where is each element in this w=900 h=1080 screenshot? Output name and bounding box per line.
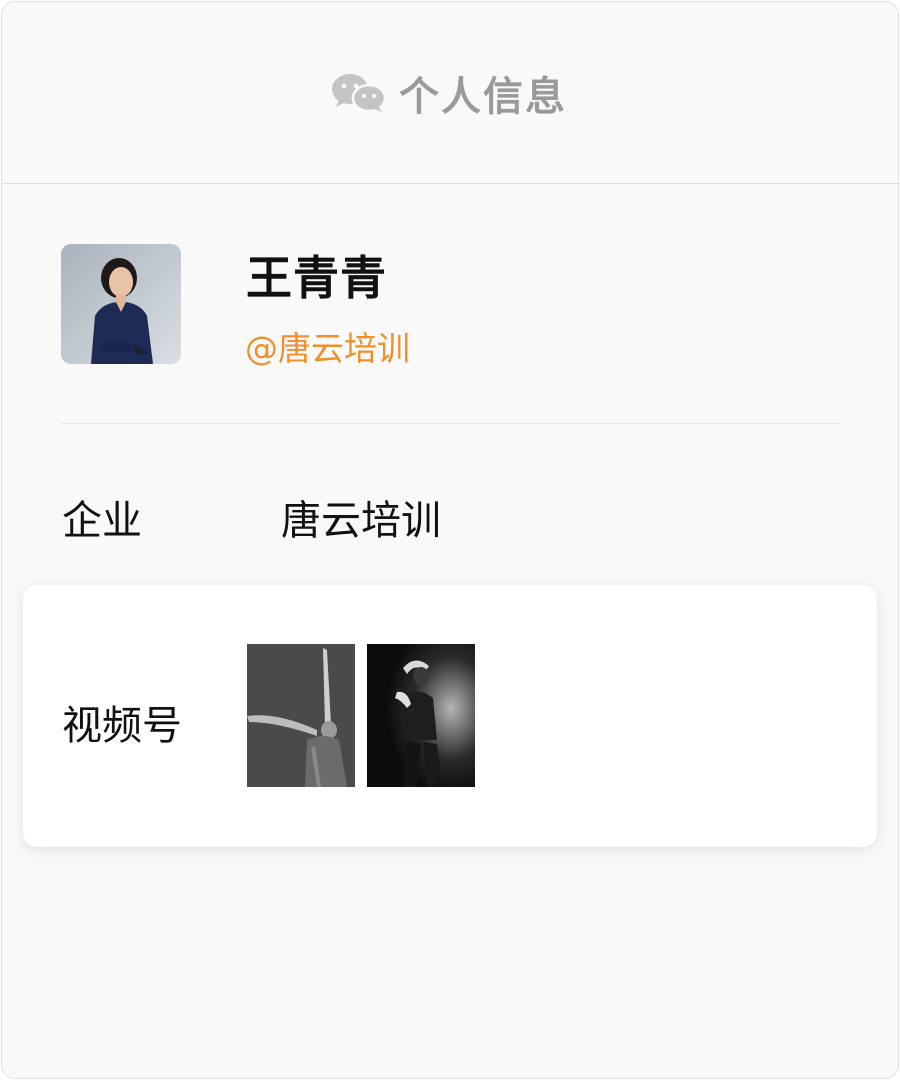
page-header: 个人信息 xyxy=(2,2,898,184)
header-title-group: 个人信息 xyxy=(331,64,567,122)
wechat-icon xyxy=(332,73,387,112)
divider xyxy=(61,423,841,424)
company-value: 唐云培训 xyxy=(281,498,441,544)
profile-page: 个人信息 王青青 @唐云培训 企业 唐云培训 视频号 xyxy=(1,1,899,1079)
channel-thumbnail[interactable] xyxy=(247,644,355,787)
channels-row[interactable]: 视频号 xyxy=(23,585,877,847)
profile-name: 王青青 xyxy=(246,251,387,305)
channels-label: 视频号 xyxy=(62,703,182,749)
channel-thumbnail[interactable] xyxy=(367,644,475,787)
profile-handle[interactable]: @唐云培训 xyxy=(245,322,410,370)
avatar[interactable] xyxy=(61,244,181,364)
company-label: 企业 xyxy=(62,498,142,544)
page-title: 个人信息 xyxy=(399,73,567,120)
